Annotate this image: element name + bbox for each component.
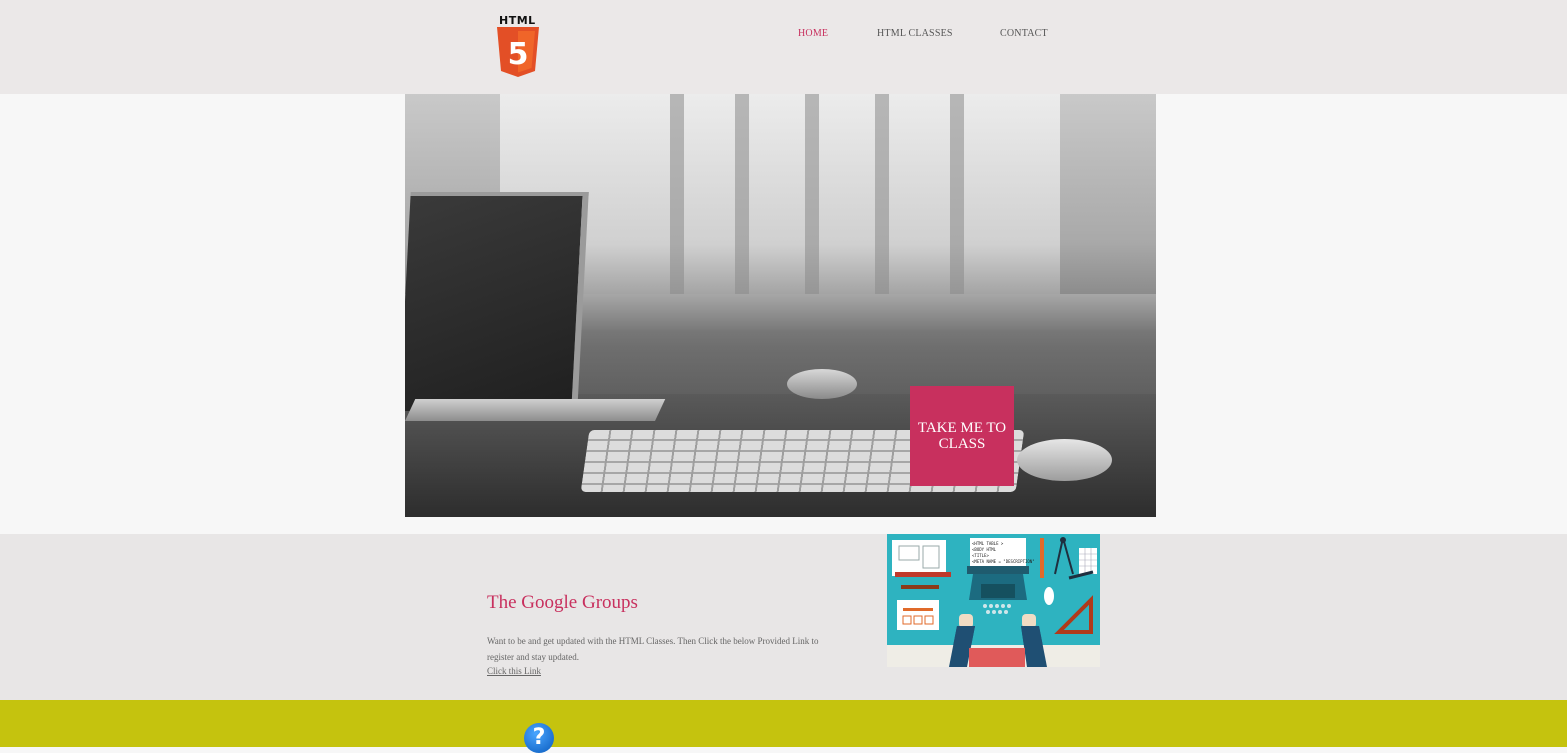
- nav-home[interactable]: HOME: [798, 28, 828, 39]
- nav-contact[interactable]: CONTACT: [1000, 28, 1048, 39]
- typewriter-illustration: <HTML TABLE > <BODY HTML <TITLE> <META N…: [887, 534, 1100, 667]
- groups-description: Want to be and get updated with the HTML…: [487, 636, 819, 662]
- svg-text:<TITLE>: <TITLE>: [972, 553, 989, 558]
- question-circle-icon[interactable]: ?: [524, 723, 554, 753]
- workspace-illustration: <HTML TABLE > <BODY HTML <TITLE> <META N…: [887, 537, 1100, 667]
- hero-bowl: [787, 369, 857, 399]
- hero-banner: TAKE ME TO CLASS: [405, 94, 1156, 517]
- hero-laptop: [405, 192, 589, 411]
- svg-text:<META NAME = "DESCRIPTION": <META NAME = "DESCRIPTION": [972, 559, 1035, 564]
- logo-text: HTML: [499, 14, 536, 27]
- logo-numeral: 5: [508, 37, 529, 72]
- html5-shield-icon: 5: [497, 27, 539, 77]
- groups-title: The Google Groups: [487, 592, 638, 613]
- html5-logo[interactable]: HTML 5: [492, 14, 544, 78]
- register-link[interactable]: Click this Link: [487, 666, 541, 676]
- svg-text:<BODY HTML: <BODY HTML: [972, 547, 997, 552]
- svg-text:<HTML TABLE >: <HTML TABLE >: [972, 541, 1004, 546]
- hero-mouse: [1017, 439, 1112, 481]
- site-footer: ?: [0, 700, 1567, 753]
- site-header: HTML 5 HOME HTML CLASSES CONTACT: [0, 0, 1567, 94]
- take-me-to-class-button[interactable]: TAKE ME TO CLASS: [910, 386, 1014, 486]
- nav-html-classes[interactable]: HTML CLASSES: [877, 28, 953, 39]
- google-groups-section: The Google Groups Want to be and get upd…: [0, 534, 1567, 700]
